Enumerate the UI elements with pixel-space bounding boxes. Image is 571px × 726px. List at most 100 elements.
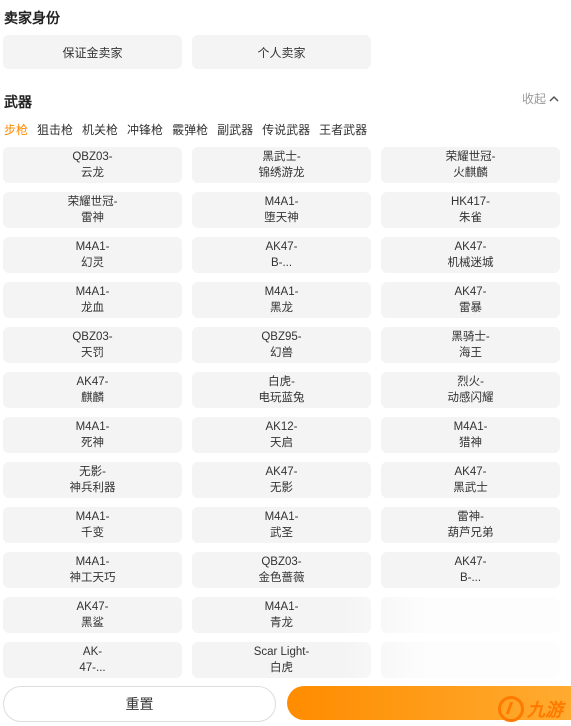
weapon-item[interactable]: M4A1- 神工天巧 — [3, 552, 182, 588]
tab-weapon-1[interactable]: 狙击枪 — [37, 121, 73, 138]
tab-weapon-5[interactable]: 副武器 — [217, 121, 253, 138]
weapon-item[interactable]: 无影- 神兵利器 — [3, 462, 182, 498]
footer-bar: 重置 — [0, 686, 571, 726]
weapon-item-model: AK47- — [454, 466, 487, 478]
weapon-item[interactable]: AK47- 麒麟 — [3, 372, 182, 408]
weapon-item[interactable]: M4A1- 武圣 — [192, 507, 371, 543]
weapon-item[interactable]: QBZ03- 云龙 — [3, 147, 182, 183]
weapon-item-model: AK12- — [265, 421, 298, 433]
weapon-item[interactable]: AK47- 无影 — [192, 462, 371, 498]
weapon-item[interactable]: M4A1- 幻灵 — [3, 237, 182, 273]
weapon-item-model: AK47- — [265, 466, 298, 478]
weapon-item-skin: 神工天巧 — [69, 572, 116, 584]
weapon-item-model: AK47- — [76, 601, 109, 613]
ninegame-logo-icon — [498, 696, 524, 722]
weapon-item-model: M4A1- — [75, 241, 110, 253]
weapon-item[interactable]: HK417- 朱雀 — [381, 192, 560, 228]
weapon-item[interactable]: M4A1- 黑龙 — [192, 282, 371, 318]
weapon-item[interactable]: AK47- B-... — [192, 237, 371, 273]
weapon-item-model: AK47- — [76, 376, 109, 388]
weapon-item-skin: 金色蔷薇 — [258, 572, 305, 584]
weapon-item[interactable]: M4A1- 堕天神 — [192, 192, 371, 228]
weapon-item-model: 无影- — [79, 466, 106, 478]
weapon-item-skin: 麒麟 — [81, 392, 104, 404]
weapon-item-model: AK47- — [454, 241, 487, 253]
weapon-item[interactable]: 白虎- 电玩蓝兔 — [192, 372, 371, 408]
weapon-item[interactable]: 烈火- 动感闪耀 — [381, 372, 560, 408]
weapon-item-skin: 黑武士 — [453, 482, 488, 494]
weapon-item[interactable]: QBZ03- 金色蔷薇 — [192, 552, 371, 588]
weapon-item[interactable]: AK47- 黑鲨 — [3, 597, 182, 633]
weapon-item-model: QBZ03- — [72, 331, 113, 343]
weapon-item-skin: B-... — [459, 572, 482, 584]
weapon-item-model: 荣耀世冠- — [67, 196, 118, 208]
weapon-item-skin: 47-... — [79, 662, 106, 674]
weapon-item-model: 烈火- — [457, 376, 484, 388]
weapon-tabs: 步枪 狙击枪 机关枪 冲锋枪 霰弹枪 副武器 传说武器 王者武器 — [4, 121, 376, 138]
weapon-item-skin: 黑鲨 — [81, 617, 104, 629]
weapon-item-model: M4A1- — [264, 601, 299, 613]
weapon-item-model: AK- — [82, 646, 103, 658]
weapon-item-model: 黑骑士- — [451, 331, 490, 343]
weapon-item-skin: 武圣 — [270, 527, 293, 539]
tab-weapon-0[interactable]: 步枪 — [4, 121, 28, 138]
weapon-item[interactable]: M4A1- 千变 — [3, 507, 182, 543]
weapon-item-skin: 雷暴 — [459, 302, 482, 314]
watermark-logo: 九游 — [498, 696, 563, 722]
collapse-button[interactable]: 收起 — [522, 90, 559, 107]
weapon-item-model: 白虎- — [268, 376, 295, 388]
weapon-item-skin: 猎神 — [459, 437, 482, 449]
watermark-text: 九游 — [527, 700, 563, 720]
weapon-item[interactable]: QBZ03- 天罚 — [3, 327, 182, 363]
weapon-item[interactable]: AK- 47-... — [3, 642, 182, 678]
weapon-item[interactable]: AK12- 天启 — [192, 417, 371, 453]
weapon-item[interactable]: 黑武士- 锦绣游龙 — [192, 147, 371, 183]
weapon-item[interactable]: AK47- B-... — [381, 552, 560, 588]
weapon-item[interactable]: QBZ95- 幻兽 — [192, 327, 371, 363]
weapon-item-skin: 幻灵 — [81, 257, 104, 269]
weapon-item-model: M4A1- — [75, 556, 110, 568]
weapon-item[interactable]: 荣耀世冠- 火麒麟 — [381, 147, 560, 183]
weapon-item-model: M4A1- — [264, 511, 299, 523]
weapon-item-model: QBZ03- — [72, 151, 113, 163]
chevron-up-icon — [549, 95, 559, 102]
weapon-item-skin: 死神 — [81, 437, 104, 449]
weapon-item-model: 雷神- — [457, 511, 484, 523]
tab-weapon-3[interactable]: 冲锋枪 — [127, 121, 163, 138]
weapon-item[interactable]: AK47- 雷暴 — [381, 282, 560, 318]
weapon-item-skin: 幻兽 — [270, 347, 293, 359]
reset-button[interactable]: 重置 — [3, 686, 276, 722]
weapon-section-title: 武器 — [4, 94, 32, 110]
weapon-item-skin: 青龙 — [270, 617, 293, 629]
tab-weapon-6[interactable]: 传说武器 — [262, 121, 310, 138]
weapon-item-model: M4A1- — [453, 421, 488, 433]
weapon-item-skin: 白虎 — [270, 662, 293, 674]
weapon-item[interactable]: 荣耀世冠- 雷神 — [3, 192, 182, 228]
weapon-item-skin: 锦绣游龙 — [258, 167, 305, 179]
weapon-item-model: AK47- — [265, 241, 298, 253]
weapon-item[interactable]: M4A1- 龙血 — [3, 282, 182, 318]
weapon-item-skin: 机械迷城 — [447, 257, 494, 269]
seller-option-personal[interactable]: 个人卖家 — [192, 35, 371, 69]
weapon-item-skin: 无影 — [270, 482, 293, 494]
weapon-item[interactable]: M4A1- 猎神 — [381, 417, 560, 453]
weapon-item[interactable]: M4A1- 死神 — [3, 417, 182, 453]
weapon-item[interactable]: 黑骑士- 海王 — [381, 327, 560, 363]
weapon-item-model: M4A1- — [75, 511, 110, 523]
tab-weapon-4[interactable]: 霰弹枪 — [172, 121, 208, 138]
tab-weapon-2[interactable]: 机关枪 — [82, 121, 118, 138]
weapon-item-skin: 海王 — [459, 347, 482, 359]
weapon-item-skin: 云龙 — [81, 167, 104, 179]
weapon-item[interactable]: AK47- 机械迷城 — [381, 237, 560, 273]
weapon-item-model: QBZ03- — [261, 556, 302, 568]
weapon-item-model: M4A1- — [75, 421, 110, 433]
weapon-item-skin: B-... — [270, 257, 293, 269]
weapon-item-skin: 火麒麟 — [453, 167, 488, 179]
weapon-item-skin: 堕天神 — [264, 212, 299, 224]
weapon-item[interactable]: 雷神- 葫芦兄弟 — [381, 507, 560, 543]
collapse-label: 收起 — [521, 92, 546, 106]
weapon-item[interactable]: AK47- 黑武士 — [381, 462, 560, 498]
weapon-item-model: 荣耀世冠- — [445, 151, 496, 163]
seller-option-deposit[interactable]: 保证金卖家 — [3, 35, 182, 69]
tab-weapon-7[interactable]: 王者武器 — [319, 121, 367, 138]
